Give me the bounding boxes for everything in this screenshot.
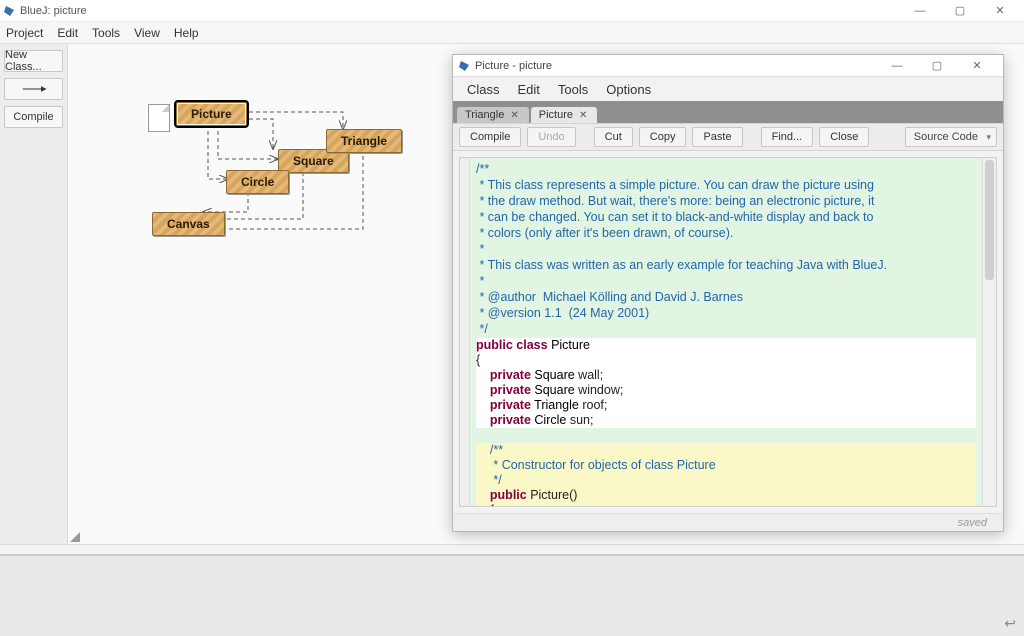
vertical-scrollbar[interactable]: [982, 158, 996, 506]
code-text[interactable]: /** * This class represents a simple pic…: [470, 158, 982, 506]
left-toolbar: New Class... Compile: [0, 44, 68, 544]
editor-close-button[interactable]: ✕: [957, 55, 997, 77]
editor-save-status: saved: [958, 517, 987, 529]
bluej-icon: [4, 5, 16, 17]
scrollbar-thumb[interactable]: [985, 160, 994, 280]
new-class-button[interactable]: New Class...: [4, 50, 63, 72]
main-menubar: Project Edit Tools View Help: [0, 22, 1024, 44]
tab-picture-label: Picture: [539, 109, 573, 121]
view-mode-select[interactable]: Source Code: [905, 127, 997, 147]
editor-menu-class[interactable]: Class: [467, 82, 500, 97]
readme-icon[interactable]: [148, 104, 170, 132]
class-box-circle[interactable]: Circle: [226, 170, 289, 194]
main-titlebar: BlueJ: picture — ▢ ✕: [0, 0, 1024, 22]
tab-triangle[interactable]: Triangle ✕: [457, 107, 529, 123]
editor-menu-tools[interactable]: Tools: [558, 82, 588, 97]
status-strip: [0, 544, 1024, 554]
editor-close-file-button[interactable]: Close: [819, 127, 869, 147]
editor-tab-strip: Triangle ✕ Picture ✕: [453, 101, 1003, 123]
editor-paste-button[interactable]: Paste: [692, 127, 742, 147]
editor-copy-button[interactable]: Copy: [639, 127, 687, 147]
close-icon[interactable]: ✕: [579, 110, 587, 121]
class-box-canvas[interactable]: Canvas: [152, 212, 225, 236]
menu-project[interactable]: Project: [6, 26, 43, 40]
editor-find-button[interactable]: Find...: [761, 127, 814, 147]
maximize-button[interactable]: ▢: [940, 0, 980, 22]
code-area[interactable]: /** * This class represents a simple pic…: [459, 157, 997, 507]
editor-minimize-button[interactable]: —: [877, 55, 917, 77]
class-box-picture[interactable]: Picture: [176, 102, 247, 126]
editor-cut-button[interactable]: Cut: [594, 127, 633, 147]
editor-statusbar: saved: [453, 513, 1003, 531]
editor-window-title: Picture - picture: [475, 60, 552, 72]
arrow-icon: [20, 82, 48, 96]
window-title: BlueJ: picture: [20, 5, 87, 17]
editor-undo-button[interactable]: Undo: [527, 127, 575, 147]
return-glyph-icon: ↩: [1004, 615, 1016, 632]
editor-maximize-button[interactable]: ▢: [917, 55, 957, 77]
editor-menubar: Class Edit Tools Options: [453, 77, 1003, 101]
class-box-triangle[interactable]: Triangle: [326, 129, 402, 153]
menu-help[interactable]: Help: [174, 26, 199, 40]
tab-triangle-label: Triangle: [465, 109, 504, 121]
editor-toolbar: Compile Undo Cut Copy Paste Find... Clos…: [453, 123, 1003, 151]
resize-handle-icon[interactable]: [70, 532, 80, 542]
menu-view[interactable]: View: [134, 26, 160, 40]
compile-button[interactable]: Compile: [4, 106, 63, 128]
menu-tools[interactable]: Tools: [92, 26, 120, 40]
editor-compile-button[interactable]: Compile: [459, 127, 521, 147]
arrow-tool-button[interactable]: [4, 78, 63, 100]
code-gutter: [460, 158, 470, 506]
editor-menu-edit[interactable]: Edit: [518, 82, 540, 97]
close-icon[interactable]: ✕: [510, 110, 518, 121]
bluej-icon: [459, 60, 471, 72]
minimize-button[interactable]: —: [900, 0, 940, 22]
close-button[interactable]: ✕: [980, 0, 1020, 22]
tab-picture[interactable]: Picture ✕: [531, 107, 598, 123]
editor-titlebar: Picture - picture — ▢ ✕: [453, 55, 1003, 77]
menu-edit[interactable]: Edit: [57, 26, 78, 40]
editor-window: Picture - picture — ▢ ✕ Class Edit Tools…: [452, 54, 1004, 532]
editor-menu-options[interactable]: Options: [606, 82, 651, 97]
object-bench[interactable]: ↩: [0, 554, 1024, 636]
